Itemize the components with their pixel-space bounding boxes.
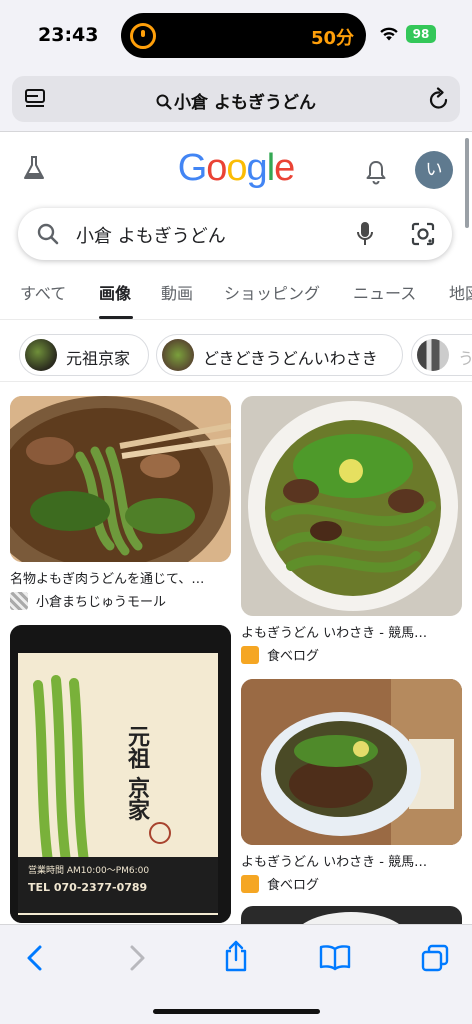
- logo-letter: g: [246, 147, 268, 189]
- active-tab-indicator: [99, 316, 133, 319]
- status-bar: 23:43 50分 98: [0, 0, 472, 72]
- result-image-3[interactable]: [241, 679, 462, 845]
- chip-more[interactable]: う: [411, 334, 472, 376]
- tab-shopping[interactable]: ショッピング: [224, 280, 320, 304]
- source-label: 食べログ: [267, 878, 320, 893]
- logo-letter: o: [206, 147, 227, 189]
- tabelog-favicon-icon: [241, 646, 259, 664]
- related-search-chips: 元祖京家 どきどきうどんいわさき う: [0, 330, 472, 382]
- search-type-tabs: すべて 画像 動画 ショッピング ニュース 地図: [0, 270, 472, 320]
- dynamic-island[interactable]: 50分: [121, 13, 366, 58]
- search-box[interactable]: 小倉 よもぎうどん: [18, 208, 452, 260]
- result-image-1[interactable]: [10, 396, 231, 562]
- chip-label: 元祖京家: [66, 349, 131, 368]
- account-avatar[interactable]: い: [415, 151, 453, 189]
- search-input[interactable]: 小倉 よもぎうどん: [76, 222, 226, 248]
- timer-icon: [130, 23, 156, 49]
- scrollbar-thumb[interactable]: [465, 138, 469, 228]
- result-image-poster[interactable]: 元祖 京家 営業時間 AM10:00〜PM6:00 TEL 070-2377-0…: [10, 625, 231, 923]
- source-label: 小倉まちじゅうモール: [36, 595, 167, 610]
- google-lens-icon[interactable]: [410, 221, 436, 247]
- microphone-icon[interactable]: [356, 220, 374, 248]
- chip-thumbnail: [417, 339, 449, 371]
- chip-ganso-kyoya[interactable]: 元祖京家: [19, 334, 149, 376]
- result-source-3[interactable]: 食べログ: [241, 874, 319, 893]
- poster-phone: TEL 070-2377-0789: [28, 881, 148, 894]
- search-icon[interactable]: [36, 222, 60, 246]
- udon-bowl-image: [241, 679, 462, 845]
- address-bar[interactable]: 小倉 よもぎうどん: [12, 76, 460, 122]
- url-text: 小倉 よもぎうどん: [174, 93, 316, 113]
- browser-address-area: 小倉 よもぎうどん: [0, 72, 472, 132]
- reload-icon[interactable]: [428, 87, 450, 111]
- tabs-overview-icon[interactable]: [420, 943, 450, 973]
- google-logo[interactable]: Google: [0, 147, 472, 190]
- tab-news[interactable]: ニュース: [353, 280, 416, 304]
- result-image-2[interactable]: [241, 396, 462, 616]
- chip-label: どきどきうどんいわさき: [203, 349, 378, 368]
- site-favicon-icon: [10, 592, 28, 610]
- chip-dokidoki-udon-iwasaki[interactable]: どきどきうどんいわさき: [156, 334, 403, 376]
- logo-letter: e: [274, 147, 295, 189]
- home-indicator[interactable]: [153, 1009, 320, 1014]
- tab-all[interactable]: すべて: [20, 280, 66, 304]
- tabelog-favicon-icon: [241, 875, 259, 893]
- notifications-bell-icon[interactable]: [364, 159, 388, 185]
- source-label: 食べログ: [267, 649, 320, 664]
- chip-label: う: [458, 345, 472, 369]
- search-icon: [156, 94, 172, 110]
- chip-thumbnail: [162, 339, 194, 371]
- tab-videos[interactable]: 動画: [161, 280, 193, 304]
- logo-letter: G: [177, 147, 208, 189]
- result-caption-1[interactable]: 名物よもぎ肉うどんを通じて、…: [10, 568, 204, 587]
- forward-chevron-icon[interactable]: [126, 943, 148, 973]
- wifi-icon: [380, 27, 398, 41]
- chip-thumbnail: [25, 339, 57, 371]
- poster-shop-name: 元祖 京家: [124, 725, 149, 821]
- battery-indicator: 98: [406, 25, 436, 43]
- activity-text: 50分: [310, 28, 354, 49]
- result-source-2[interactable]: 食べログ: [241, 645, 319, 664]
- share-icon[interactable]: [222, 939, 250, 973]
- result-source-1[interactable]: 小倉まちじゅうモール: [10, 591, 166, 610]
- url-display[interactable]: 小倉 よもぎうどん: [12, 88, 460, 113]
- tab-images[interactable]: 画像: [99, 280, 131, 304]
- tab-maps[interactable]: 地図: [449, 280, 472, 304]
- bookmarks-book-icon[interactable]: [318, 943, 352, 971]
- udon-bowl-image: [241, 396, 462, 616]
- google-header: Google い: [0, 133, 472, 205]
- result-caption-3[interactable]: よもぎうどん いわさき - 競馬…: [241, 851, 427, 870]
- poster-hours: 営業時間 AM10:00〜PM6:00: [28, 866, 150, 876]
- back-chevron-icon[interactable]: [24, 943, 46, 973]
- status-time: 23:43: [38, 24, 99, 46]
- logo-letter: o: [226, 147, 247, 189]
- result-caption-2[interactable]: よもぎうどん いわさき - 競馬…: [241, 622, 427, 641]
- udon-bowl-image: [10, 396, 231, 562]
